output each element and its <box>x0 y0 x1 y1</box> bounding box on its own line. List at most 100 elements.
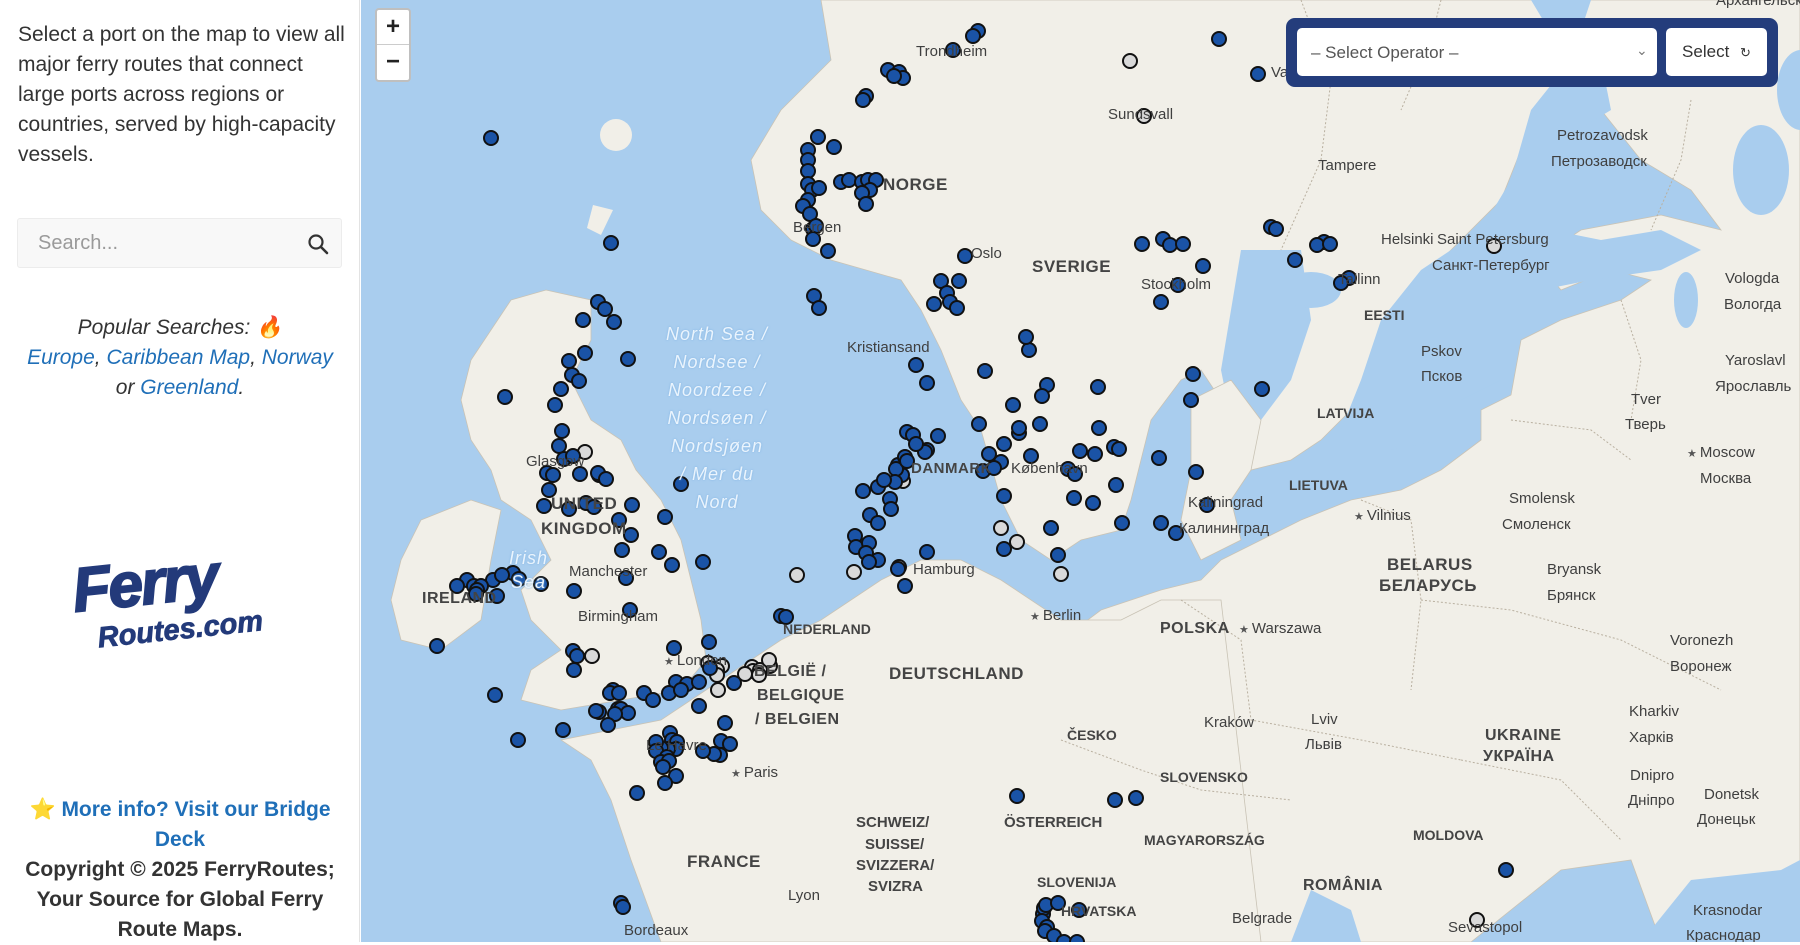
port-marker[interactable] <box>624 497 640 513</box>
port-marker[interactable] <box>1322 236 1338 252</box>
port-marker[interactable] <box>996 436 1012 452</box>
port-marker[interactable] <box>986 460 1002 476</box>
port-marker[interactable] <box>629 785 645 801</box>
popular-link-caribbean-map[interactable]: Caribbean Map <box>106 346 250 369</box>
port-marker[interactable] <box>569 648 585 664</box>
port-marker[interactable] <box>1067 466 1083 482</box>
port-marker[interactable] <box>811 300 827 316</box>
port-marker[interactable] <box>657 775 673 791</box>
port-marker[interactable] <box>726 675 742 691</box>
port-marker[interactable] <box>951 273 967 289</box>
port-marker[interactable] <box>429 638 445 654</box>
port-marker[interactable] <box>841 172 857 188</box>
port-marker[interactable] <box>1153 515 1169 531</box>
port-marker[interactable] <box>1498 862 1514 878</box>
port-marker[interactable] <box>555 722 571 738</box>
port-marker-minor[interactable] <box>1122 53 1138 69</box>
port-marker[interactable] <box>691 674 707 690</box>
port-marker[interactable] <box>945 42 961 58</box>
port-marker[interactable] <box>603 235 619 251</box>
port-marker[interactable] <box>588 703 604 719</box>
port-marker[interactable] <box>1056 934 1072 942</box>
port-marker[interactable] <box>565 448 581 464</box>
port-marker[interactable] <box>620 351 636 367</box>
port-marker[interactable] <box>566 662 582 678</box>
search-input[interactable] <box>18 219 298 267</box>
port-marker[interactable] <box>811 180 827 196</box>
port-marker[interactable] <box>926 296 942 312</box>
port-marker[interactable] <box>536 498 552 514</box>
port-marker[interactable] <box>1011 420 1027 436</box>
port-marker[interactable] <box>996 488 1012 504</box>
port-marker-minor[interactable] <box>1136 108 1152 124</box>
port-marker[interactable] <box>855 483 871 499</box>
port-marker[interactable] <box>957 248 973 264</box>
port-marker[interactable] <box>1034 388 1050 404</box>
port-marker[interactable] <box>551 438 567 454</box>
port-marker[interactable] <box>930 428 946 444</box>
port-marker-minor[interactable] <box>710 682 726 698</box>
port-marker[interactable] <box>810 129 826 145</box>
port-marker[interactable] <box>622 602 638 618</box>
port-marker[interactable] <box>1066 490 1082 506</box>
port-marker[interactable] <box>899 453 915 469</box>
port-marker[interactable] <box>908 436 924 452</box>
port-marker[interactable] <box>1018 329 1034 345</box>
port-marker[interactable] <box>858 196 874 212</box>
port-marker[interactable] <box>1134 236 1150 252</box>
port-marker[interactable] <box>620 705 636 721</box>
port-marker[interactable] <box>510 732 526 748</box>
port-marker[interactable] <box>1333 275 1349 291</box>
port-marker[interactable] <box>1175 236 1191 252</box>
popular-link-europe[interactable]: Europe <box>27 346 95 369</box>
port-marker-minor[interactable] <box>789 567 805 583</box>
port-marker-minor[interactable] <box>761 652 777 668</box>
port-marker[interactable] <box>1072 443 1088 459</box>
port-marker[interactable] <box>489 588 505 604</box>
port-marker-minor[interactable] <box>751 667 767 683</box>
port-marker[interactable] <box>820 243 836 259</box>
port-marker[interactable] <box>483 130 499 146</box>
port-marker[interactable] <box>1021 342 1037 358</box>
port-marker[interactable] <box>511 571 527 587</box>
port-marker[interactable] <box>566 583 582 599</box>
port-marker[interactable] <box>1108 477 1124 493</box>
operator-select-button[interactable]: Select ↻ <box>1666 28 1767 76</box>
port-marker[interactable] <box>1183 392 1199 408</box>
port-marker[interactable] <box>611 685 627 701</box>
port-marker[interactable] <box>487 687 503 703</box>
port-marker[interactable] <box>611 512 627 528</box>
port-marker-minor[interactable] <box>993 520 1009 536</box>
port-marker[interactable] <box>996 541 1012 557</box>
port-marker[interactable] <box>547 397 563 413</box>
bridge-deck-link[interactable]: More info? Visit our Bridge Deck <box>61 798 330 851</box>
port-marker[interactable] <box>618 570 634 586</box>
port-marker[interactable] <box>1085 495 1101 511</box>
port-marker[interactable] <box>1023 448 1039 464</box>
zoom-in-button[interactable]: + <box>377 10 409 45</box>
ferry-route-map[interactable]: Trondheim Vaasa Sundsvall Архангельск Pe… <box>361 0 1800 942</box>
port-marker[interactable] <box>615 899 631 915</box>
search-icon[interactable] <box>301 227 335 261</box>
port-marker[interactable] <box>691 698 707 714</box>
port-marker-minor[interactable] <box>1009 534 1025 550</box>
port-marker[interactable] <box>1199 497 1215 513</box>
popular-link-greenland[interactable]: Greenland <box>140 376 238 399</box>
port-marker[interactable] <box>666 640 682 656</box>
port-marker[interactable] <box>897 578 913 594</box>
port-marker[interactable] <box>695 743 711 759</box>
port-marker[interactable] <box>883 501 899 517</box>
port-marker[interactable] <box>1005 397 1021 413</box>
port-marker[interactable] <box>497 389 513 405</box>
port-marker[interactable] <box>977 363 993 379</box>
port-marker[interactable] <box>561 353 577 369</box>
port-marker[interactable] <box>1050 547 1066 563</box>
port-marker[interactable] <box>614 542 630 558</box>
port-marker[interactable] <box>586 499 602 515</box>
port-marker[interactable] <box>673 476 689 492</box>
port-marker-minor[interactable] <box>1469 912 1485 928</box>
port-marker[interactable] <box>597 301 613 317</box>
port-marker[interactable] <box>919 375 935 391</box>
port-marker[interactable] <box>1185 366 1201 382</box>
port-marker[interactable] <box>600 717 616 733</box>
